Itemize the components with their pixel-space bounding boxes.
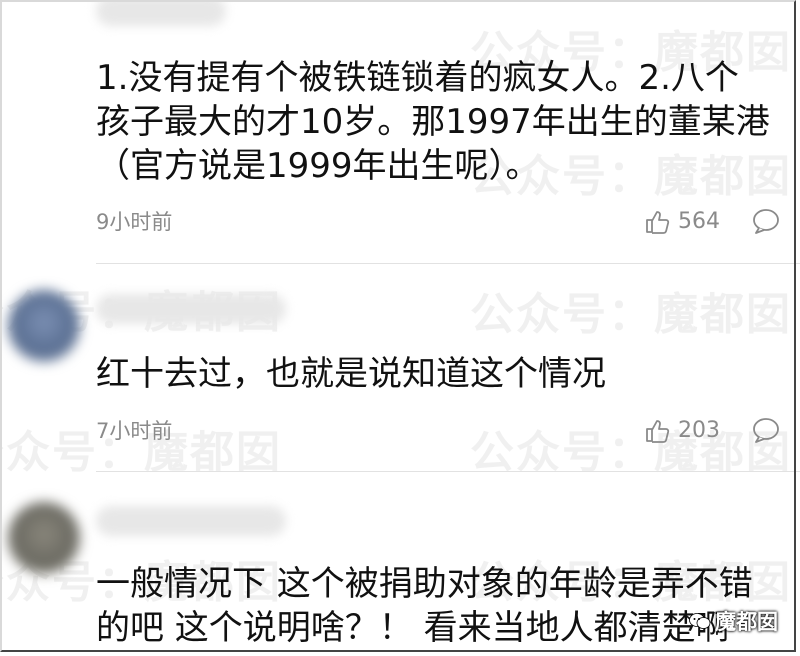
username-blurred[interactable] bbox=[96, 294, 286, 324]
comment-meta: 7小时前 203 bbox=[96, 416, 784, 446]
comment-time: 9小时前 bbox=[96, 210, 173, 234]
wechat-icon bbox=[689, 613, 711, 629]
comment-meta: 9小时前 564 bbox=[96, 207, 784, 237]
username-blurred[interactable] bbox=[96, 506, 286, 536]
comment-item: 一般情况下 这个被捐助对象的年龄是弄不错的吧 这个说明啥？！ 看来当地人都清楚啊 bbox=[0, 472, 800, 656]
like-button[interactable]: 564 bbox=[644, 207, 720, 237]
comment-feed: 公众号：魔都囡 公众号：魔都囡 公众号：魔都囡 公众号：魔都囡 公众号：魔都囡 … bbox=[0, 0, 800, 656]
avatar[interactable] bbox=[8, 502, 80, 574]
comment-text: 1.没有提有个被铁链锁着的疯女人。2.八个孩子最大的才10岁。那1997年出生的… bbox=[96, 58, 770, 186]
comment-text: 红十去过，也就是说知道这个情况 bbox=[96, 354, 606, 394]
like-count: 203 bbox=[678, 418, 720, 443]
comment-item: 红十去过，也就是说知道这个情况 7小时前 203 bbox=[0, 264, 800, 472]
reply-button[interactable] bbox=[750, 207, 784, 237]
thumbs-up-icon bbox=[646, 420, 670, 443]
comment-bubble-icon bbox=[753, 209, 779, 234]
comment-time: 7小时前 bbox=[96, 419, 173, 443]
like-count: 564 bbox=[678, 209, 720, 234]
reply-button[interactable] bbox=[750, 416, 784, 446]
comment-bubble-icon bbox=[753, 418, 779, 443]
thumbs-up-icon bbox=[646, 211, 670, 234]
username-blurred[interactable] bbox=[96, 0, 226, 26]
source-badge-label: 魔都囡 bbox=[715, 610, 778, 634]
avatar[interactable] bbox=[8, 290, 80, 362]
source-badge: 魔都囡 bbox=[689, 606, 778, 636]
comment-text: 一般情况下 这个被捐助对象的年龄是弄不错的吧 这个说明啥？！ 看来当地人都清楚啊 bbox=[96, 564, 753, 648]
like-button[interactable]: 203 bbox=[644, 416, 720, 446]
comment-item: 1.没有提有个被铁链锁着的疯女人。2.八个孩子最大的才10岁。那1997年出生的… bbox=[0, 0, 800, 264]
